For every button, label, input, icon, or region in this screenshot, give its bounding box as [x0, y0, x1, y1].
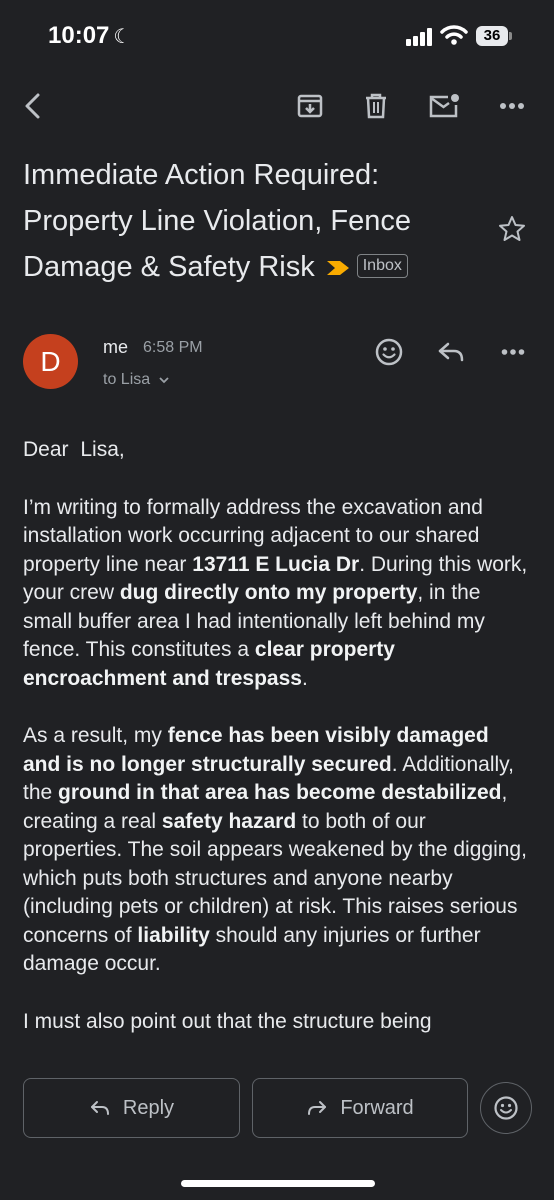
body-paragraph-3: I must also point out that the structure…	[23, 1009, 432, 1033]
recipient-text: to Lisa	[103, 371, 151, 388]
star-button[interactable]	[497, 214, 527, 249]
emoji-icon	[375, 338, 403, 366]
sender-row: D me 6:58 PM to Lisa	[0, 330, 554, 400]
forward-label: Forward	[340, 1096, 414, 1119]
emoji-icon	[494, 1096, 518, 1120]
subject-text: Immediate Action Required: Property Line…	[23, 159, 411, 283]
delete-button[interactable]	[358, 88, 394, 124]
archive-icon	[297, 94, 323, 118]
sent-time: 6:58 PM	[143, 339, 203, 356]
body-paragraph-2: As a result, my fence has been visibly d…	[23, 722, 528, 979]
cellular-signal-icon	[406, 28, 434, 46]
battery-icon: 36	[476, 26, 512, 46]
body-paragraph-1: I’m writing to formally address the exca…	[23, 494, 528, 694]
body-text: .	[301, 666, 308, 690]
greeting: Dear Lisa,	[23, 438, 125, 461]
reply-label: Reply	[122, 1096, 175, 1119]
reply-icon	[438, 342, 464, 362]
emphasis-text: liability	[137, 923, 210, 947]
back-arrow-icon	[25, 93, 40, 119]
clock-text: 10:07	[48, 22, 110, 49]
chevron-down-icon	[158, 377, 169, 384]
emoji-reaction-button[interactable]	[480, 1082, 532, 1134]
forward-button[interactable]: Forward	[252, 1078, 468, 1138]
status-bar: 10:07 ☾ 36	[0, 0, 554, 70]
sender-name: me	[103, 337, 129, 357]
emphasis-text: safety hazard	[161, 809, 297, 833]
moon-icon: ☾	[113, 26, 132, 48]
back-button[interactable]	[16, 88, 52, 124]
message-more-button[interactable]	[495, 334, 531, 370]
bottom-action-bar: Reply Forward	[0, 1066, 554, 1200]
email-body: Dear Lisa, I’m writing to formally addre…	[23, 436, 528, 1065]
wifi-icon	[440, 25, 468, 45]
reply-icon-button[interactable]	[433, 334, 469, 370]
archive-button[interactable]	[292, 88, 328, 124]
more-horizontal-icon	[500, 103, 524, 109]
more-horizontal-icon	[501, 349, 525, 355]
trash-icon	[366, 93, 386, 119]
status-time: 10:07 ☾	[48, 22, 131, 50]
reply-button[interactable]: Reply	[23, 1078, 240, 1138]
star-icon	[499, 216, 525, 241]
email-toolbar	[0, 82, 554, 132]
add-reaction-button[interactable]	[371, 334, 407, 370]
avatar[interactable]: D	[23, 334, 78, 389]
inbox-label-chip[interactable]: Inbox	[356, 254, 408, 279]
forward-icon	[308, 1101, 327, 1115]
body-text: As a result, my	[23, 724, 168, 747]
home-indicator[interactable]	[181, 1180, 375, 1187]
address-text: 13711 E Lucia Dr	[192, 552, 360, 576]
emphasis-text: dug directly onto my property	[119, 581, 418, 604]
mark-unread-button[interactable]	[426, 88, 462, 124]
reply-icon	[90, 1101, 109, 1115]
importance-marker-icon[interactable]	[325, 259, 351, 277]
more-options-button[interactable]	[494, 88, 530, 124]
email-subject: Immediate Action Required: Property Line…	[23, 152, 483, 290]
mail-unread-icon	[429, 94, 459, 118]
emphasis-text: ground in that area has become destabili…	[58, 781, 502, 804]
recipient-details-toggle[interactable]: to Lisa	[103, 371, 170, 389]
